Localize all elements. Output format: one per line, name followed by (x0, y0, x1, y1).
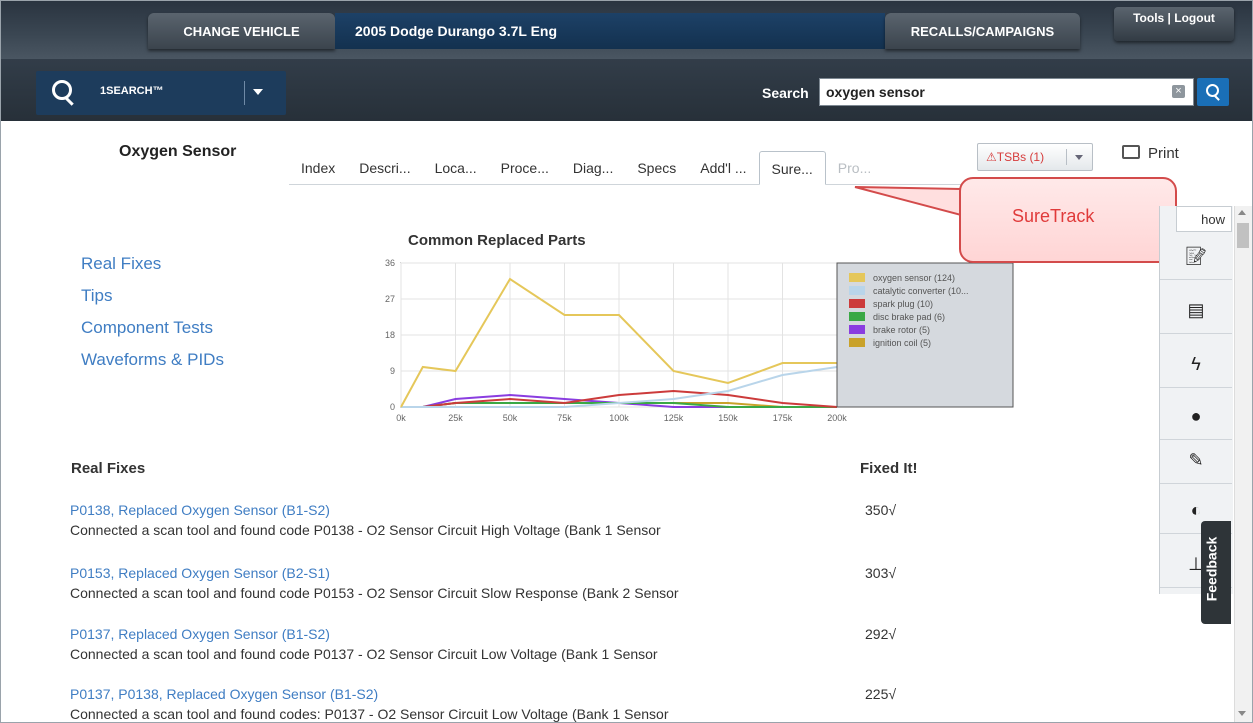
tab-suretrack[interactable]: Sure... (758, 151, 826, 185)
print-label: Print (1148, 145, 1179, 162)
link-component-tests[interactable]: Component Tests (81, 318, 213, 338)
link-waveforms-pids[interactable]: Waveforms & PIDs (81, 350, 224, 370)
x-tick-label: 125k (664, 413, 684, 423)
vertical-scrollbar[interactable] (1234, 206, 1252, 722)
fix-count: 303√ (865, 565, 897, 581)
x-tick-label: 200k (827, 413, 847, 423)
fix-count: 225√ (865, 686, 897, 702)
x-tick-label: 50k (503, 413, 518, 423)
fix-description: Connected a scan tool and found code P01… (70, 522, 661, 538)
onesearch-button[interactable]: 1SEARCH™ (36, 71, 286, 115)
link-real-fixes[interactable]: Real Fixes (81, 254, 161, 274)
legend-label: oxygen sensor (124) (873, 273, 955, 283)
flash-icon[interactable]: ϟ (1160, 341, 1232, 388)
fix-title[interactable]: P0137, Replaced Oxygen Sensor (B1-S2) (70, 626, 330, 642)
link-tips[interactable]: Tips (81, 286, 113, 306)
top-bar: CHANGE VEHICLE 2005 Dodge Durango 3.7L E… (1, 1, 1252, 59)
close-icon[interactable]: × (1172, 85, 1185, 98)
fix-count: 292√ (865, 626, 897, 642)
edit-icon[interactable]: ✎ (1160, 437, 1232, 484)
fix-description: Connected a scan tool and found codes: P… (70, 706, 669, 722)
x-tick-label: 175k (773, 413, 793, 423)
chevron-down-icon[interactable] (1075, 155, 1083, 160)
notes-icon[interactable]: 📝︎ (1160, 233, 1232, 280)
tab-index[interactable]: Index (289, 151, 347, 185)
tsbs-button[interactable]: ⚠TSBs (1) (977, 143, 1093, 171)
tools-logout-menu[interactable]: Tools | Logout (1114, 7, 1234, 41)
legend-label: brake rotor (5) (873, 325, 930, 335)
replaced-parts-chart: 0k 25k 50k 75k 100k 125k 150k 175k 200k 0 9 18 27 36 o… (385, 258, 1014, 423)
feedback-label: Feedback (1203, 536, 1220, 602)
legend-label: disc brake pad (6) (873, 312, 945, 322)
search-label: Search (762, 85, 809, 101)
search-button[interactable] (1197, 78, 1229, 106)
callout-pointer (854, 186, 962, 217)
scroll-up-icon[interactable] (1238, 210, 1246, 215)
fix-count: 350√ (865, 502, 897, 518)
tab-location[interactable]: Loca... (423, 151, 489, 185)
y-tick-label: 9 (390, 366, 395, 376)
y-tick-label: 27 (385, 294, 395, 304)
fluid-drop-icon[interactable]: ● (1160, 393, 1232, 440)
chart-title: Common Replaced Parts (408, 232, 586, 249)
divider (244, 81, 245, 105)
legend-label: catalytic converter (10... (873, 286, 969, 296)
legend-swatch (849, 286, 865, 295)
feedback-tab[interactable]: Feedback (1201, 521, 1231, 624)
real-fixes-heading: Real Fixes (71, 460, 146, 477)
legend-label: ignition coil (5) (873, 338, 931, 348)
recalls-campaigns-button[interactable]: RECALLS/CAMPAIGNS (885, 13, 1080, 49)
x-tick-label: 25k (448, 413, 463, 423)
tsbs-label: TSBs (1) (996, 150, 1045, 164)
printer-icon (1122, 145, 1140, 159)
warning-icon: ⚠ (986, 150, 997, 164)
y-tick-label: 36 (385, 258, 395, 268)
legend-swatch (849, 273, 865, 282)
chevron-down-icon[interactable] (253, 89, 263, 95)
app-window: CHANGE VEHICLE 2005 Dodge Durango 3.7L E… (0, 0, 1253, 723)
legend-panel (836, 262, 1014, 408)
tab-procedures[interactable]: Proce... (489, 151, 561, 185)
y-tick-label: 18 (385, 330, 395, 340)
change-vehicle-button[interactable]: CHANGE VEHICLE (148, 13, 335, 49)
page-title: Oxygen Sensor (119, 143, 237, 160)
callout-text: SureTrack (1012, 206, 1095, 226)
show-button[interactable]: how (1176, 206, 1232, 232)
fix-title[interactable]: P0137, P0138, Replaced Oxygen Sensor (B1… (70, 686, 378, 702)
x-tick-label: 75k (557, 413, 572, 423)
onesearch-label: 1SEARCH™ (100, 85, 164, 97)
fixed-it-heading: Fixed It! (860, 460, 918, 477)
fix-description: Connected a scan tool and found code P01… (70, 646, 658, 662)
x-tick-label: 0k (396, 413, 406, 423)
legend-swatch (849, 299, 865, 308)
divider (1066, 149, 1067, 165)
legend-swatch (849, 338, 865, 347)
tab-additional[interactable]: Add'l ... (688, 151, 758, 185)
scroll-thumb[interactable] (1237, 223, 1249, 248)
fix-description: Connected a scan tool and found code P01… (70, 585, 679, 601)
y-tick-label: 0 (390, 402, 395, 412)
fix-title[interactable]: P0153, Replaced Oxygen Sensor (B2-S1) (70, 565, 330, 581)
legend-swatch (849, 312, 865, 321)
tab-specs[interactable]: Specs (625, 151, 688, 185)
tab-diagrams[interactable]: Diag... (561, 151, 625, 185)
scroll-down-icon[interactable] (1238, 711, 1246, 716)
fix-title[interactable]: P0138, Replaced Oxygen Sensor (B1-S2) (70, 502, 330, 518)
legend-swatch (849, 325, 865, 334)
legend-label: spark plug (10) (873, 299, 933, 309)
search-icon (52, 80, 72, 100)
search-icon (1206, 84, 1219, 97)
search-input[interactable] (819, 78, 1194, 106)
vehicle-name: 2005 Dodge Durango 3.7L Eng (335, 13, 885, 49)
tab-description[interactable]: Descri... (347, 151, 422, 185)
x-tick-label: 150k (718, 413, 738, 423)
x-tick-label: 100k (609, 413, 629, 423)
document-icon[interactable]: ▤ (1160, 287, 1232, 334)
section-tabs: Index Descri... Loca... Proce... Diag...… (289, 151, 883, 185)
print-button[interactable]: Print (1122, 144, 1179, 162)
